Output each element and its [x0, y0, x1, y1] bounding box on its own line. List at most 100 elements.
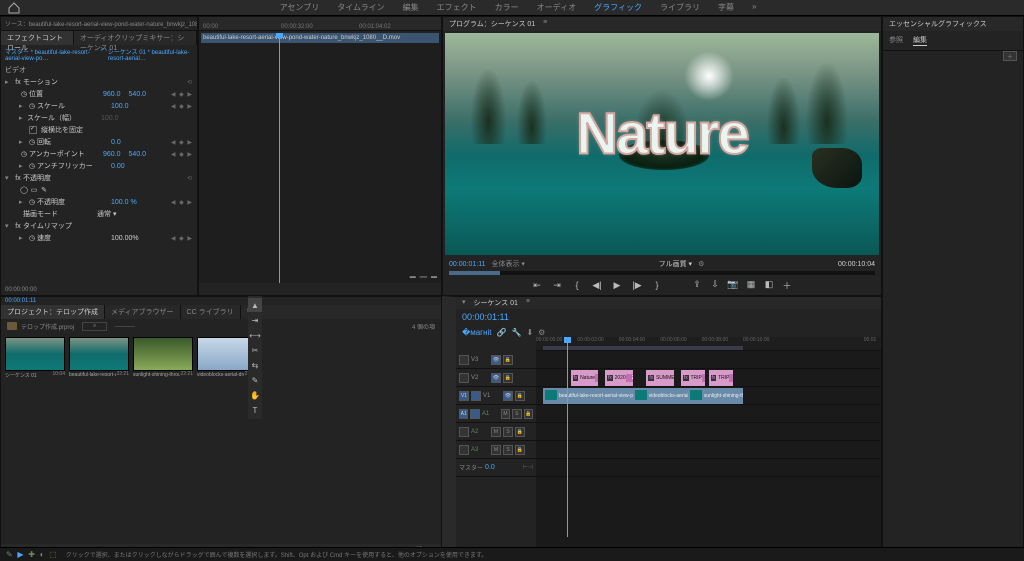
ec-playhead[interactable] [279, 33, 280, 283]
tab-project[interactable]: プロジェクト：テロップ作成 [1, 305, 105, 319]
graphics-clip[interactable]: fx NatureNature [571, 370, 599, 386]
wrench-icon[interactable]: ⚙ [538, 328, 545, 337]
master-clip-a[interactable]: マスター * beautiful-lake-resort-aerial-view… [5, 47, 96, 62]
pos-x[interactable]: 960.0 [103, 91, 121, 98]
zoom-out-icon[interactable]: ▬ [410, 274, 416, 281]
track-output[interactable]: 👁 [491, 355, 501, 365]
antiflicker-val[interactable]: 0.00 [111, 163, 125, 170]
program-scrub[interactable] [449, 271, 500, 275]
pen-tool-icon[interactable]: ✎ [248, 373, 262, 387]
export-frame-icon[interactable]: 📷 [727, 279, 739, 292]
zoom-in-icon[interactable]: ▬ [431, 274, 437, 281]
comparison-icon[interactable]: ◧ [763, 279, 775, 292]
master-val[interactable]: 0.0 [485, 464, 495, 471]
reset-icon[interactable]: ⟲ [187, 79, 193, 86]
ws-timeline[interactable]: タイムライン [337, 2, 384, 13]
extract-icon[interactable]: ⇩ [709, 279, 721, 292]
rect-mask-icon[interactable]: ▭ [29, 186, 39, 194]
filter-input[interactable] [115, 326, 135, 327]
anc-y[interactable]: 540.0 [129, 151, 147, 158]
track-solo[interactable]: S [503, 445, 513, 455]
marker-icon[interactable]: 🔧 [511, 328, 521, 337]
track-mute[interactable]: M [491, 445, 501, 455]
fx-icon[interactable]: fx [13, 79, 23, 86]
track-target[interactable] [459, 373, 469, 383]
track-lock[interactable]: 🔒 [515, 391, 525, 401]
graphics-clip[interactable]: fx TRIPTRIP [681, 370, 705, 386]
status-icon[interactable]: ▶ [17, 550, 23, 559]
status-icon[interactable]: ✎ [6, 550, 13, 559]
ws-edit[interactable]: 編集 [403, 2, 419, 13]
track-name[interactable]: V2 [471, 375, 489, 381]
sequence-tab[interactable]: シーケンス 01 [474, 298, 518, 308]
hand-tool-icon[interactable]: ✋ [248, 388, 262, 402]
safe-margins-icon[interactable]: ▦ [745, 279, 757, 292]
panel-menu-icon[interactable]: ≡ [543, 19, 547, 29]
ws-library[interactable]: ライブラリ [660, 2, 700, 13]
track-name[interactable]: V1 [483, 393, 501, 399]
program-title[interactable]: プログラム：シーケンス 01 [449, 19, 535, 29]
tl-panel-menu[interactable]: ≡ [526, 298, 530, 308]
timeline-playhead[interactable] [567, 337, 568, 537]
opacity-val[interactable]: 100.0 % [111, 199, 137, 206]
track-target[interactable] [471, 391, 481, 401]
play-icon[interactable]: ▶ [611, 280, 623, 291]
tab-cc-libraries[interactable]: CC ライブラリ [181, 305, 241, 319]
settings-icon[interactable]: ⚙ [698, 260, 704, 268]
go-in-icon[interactable]: { [571, 280, 583, 290]
track-output[interactable]: 👁 [491, 373, 501, 383]
slip-tool-icon[interactable]: ⇆ [248, 358, 262, 372]
ws-assembly[interactable]: アセンブリ [280, 2, 320, 13]
graphics-clip[interactable]: fx SUMMERSUMMER [646, 370, 674, 386]
speed-val[interactable]: 100.00% [111, 235, 139, 242]
ws-overflow[interactable]: » [752, 2, 756, 13]
zoom-slider[interactable]: ━━ [420, 274, 427, 281]
status-icon[interactable]: ✚ [28, 550, 35, 559]
scale-val[interactable]: 100.0 [111, 103, 129, 110]
go-out-icon[interactable]: } [651, 280, 663, 290]
timeremap-label[interactable]: タイムリマップ [23, 221, 97, 231]
ws-effects[interactable]: エフェクト [437, 2, 477, 13]
stopwatch-icon[interactable]: ◷ [27, 138, 37, 146]
zoom-dropdown[interactable]: 全体表示 ▾ [491, 259, 524, 269]
track-target[interactable] [459, 427, 469, 437]
status-icon[interactable]: ◐ [40, 550, 45, 559]
graphics-clip[interactable]: fx 20202020 [605, 370, 633, 386]
track-select-tool-icon[interactable]: ⇥ [248, 313, 262, 327]
timeline-timecode[interactable]: 00:00:01:11 [462, 312, 509, 322]
track-mute[interactable]: M [491, 427, 501, 437]
ws-color[interactable]: カラー [495, 2, 519, 13]
track-lock[interactable]: 🔒 [515, 427, 525, 437]
src-patch[interactable]: A1 [459, 409, 468, 419]
track-name[interactable]: A1 [482, 411, 499, 417]
ws-audio[interactable]: オーディオ [537, 2, 576, 13]
reset-icon[interactable]: ⟲ [187, 175, 193, 182]
project-item[interactable]: beautiful-lake-resort-aerial…22:21 [69, 337, 129, 379]
stopwatch-icon[interactable]: ◷ [19, 90, 29, 98]
master-clip-b[interactable]: シーケンス 01 * beautiful-lake-resort-aerial… [108, 47, 193, 62]
snap-icon[interactable]: �магнit [462, 328, 492, 337]
ec-clip-bar[interactable]: beautiful-lake-resort-aerial-view-pond-w… [201, 33, 439, 43]
blend-dropdown[interactable]: 通常 ▾ [97, 209, 116, 219]
home-icon[interactable] [8, 2, 20, 14]
tab-effect-controls[interactable]: エフェクトコントロール [1, 31, 74, 45]
track-lock[interactable]: 🔒 [515, 445, 525, 455]
program-viewer[interactable]: Nature [445, 33, 879, 255]
step-fwd-icon[interactable]: |▶ [631, 280, 643, 291]
selection-tool-icon[interactable]: ▲ [248, 298, 262, 312]
project-item[interactable]: シーケンス 0110:04 [5, 337, 65, 379]
stopwatch-icon[interactable]: ◷ [27, 102, 37, 110]
src-patch[interactable]: V1 [459, 391, 469, 401]
stopwatch-icon[interactable]: ◷ [27, 198, 37, 206]
project-item[interactable]: sunlight-shining-through-gl…22:21 [133, 337, 193, 379]
work-area-bar[interactable] [543, 346, 743, 350]
uniform-checkbox[interactable] [29, 126, 37, 134]
track-name[interactable]: V3 [471, 357, 489, 363]
track-content[interactable]: fx NatureNature fx 20202020 fx SUMMERSUMME… [536, 351, 881, 548]
rotation-val[interactable]: 0.0 [111, 139, 121, 146]
ec-ruler[interactable]: 00:00 00:00:32:00 00:01:04:02 [199, 17, 441, 31]
eg-title[interactable]: エッセンシャルグラフィックス [883, 17, 1023, 31]
ripple-tool-icon[interactable]: ⟷ [248, 328, 262, 342]
stopwatch-icon[interactable]: ◷ [27, 234, 37, 242]
ws-captions[interactable]: 字幕 [718, 2, 734, 13]
